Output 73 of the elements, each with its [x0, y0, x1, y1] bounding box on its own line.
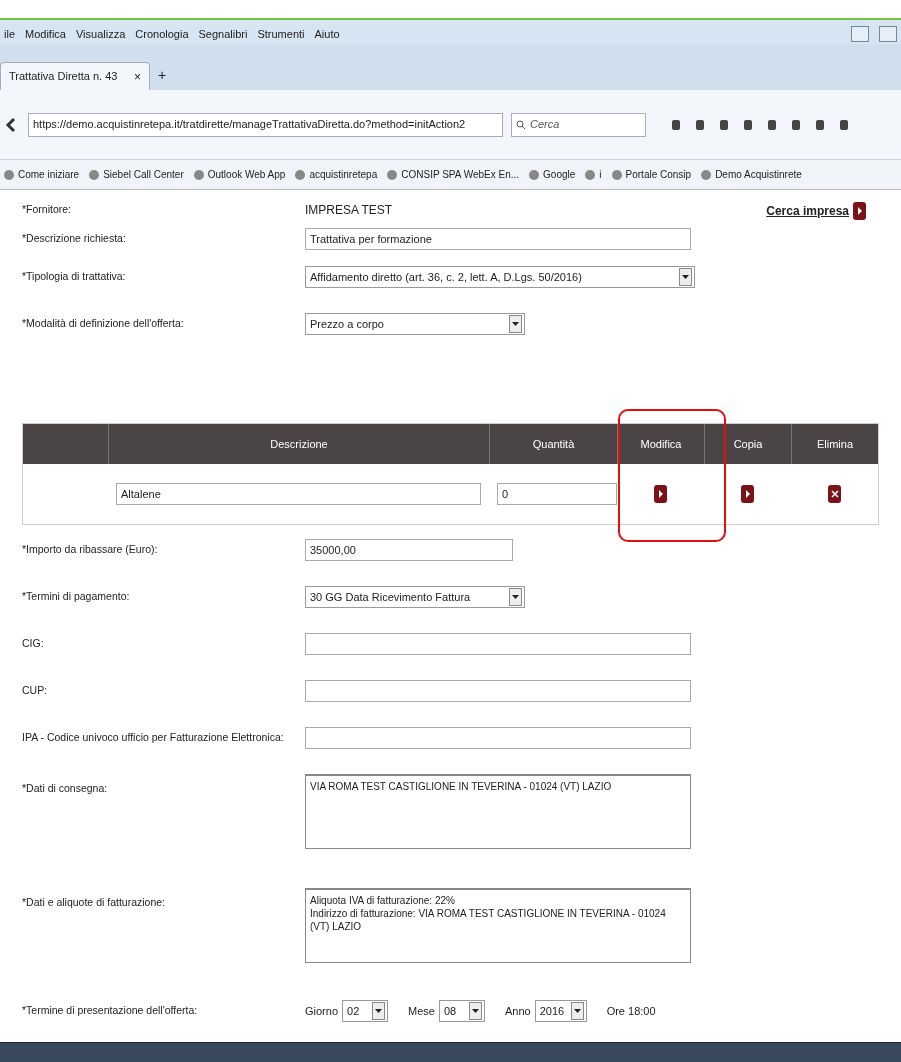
menu-item[interactable]: Cronologia — [135, 26, 189, 43]
menu-item[interactable]: Modifica — [25, 26, 66, 43]
field-label: *Tipologia di trattativa: — [21, 269, 127, 285]
bookmark[interactable]: i — [585, 167, 602, 182]
field-label: CIG: — [21, 636, 45, 652]
bookmark[interactable]: Come iniziare — [4, 167, 80, 182]
field-label: *Termini di pagamento: — [21, 589, 131, 605]
caret-icon — [682, 275, 689, 279]
input-field[interactable] — [305, 680, 691, 702]
menu-item[interactable]: Aiuto — [314, 26, 340, 43]
field-label: Giorno — [305, 1003, 339, 1019]
bookmark[interactable]: Portale Consip — [611, 167, 692, 182]
caret-icon — [512, 595, 519, 599]
field-label: *Importo da ribassare (Euro): — [21, 542, 159, 558]
new-tab-button[interactable]: + — [150, 65, 175, 90]
menu-item[interactable]: Visualizza — [76, 26, 126, 43]
search-company-link[interactable]: Cerca impresa — [766, 202, 866, 220]
caret-icon — [512, 322, 519, 326]
field-label: Anno — [504, 1003, 531, 1019]
bookmark[interactable]: Demo Acquistinrete — [701, 167, 802, 182]
bookmark[interactable]: Google — [529, 167, 576, 182]
input-field[interactable]: 35000,00 — [305, 539, 513, 561]
bookmark[interactable]: Siebel Call Center — [89, 167, 184, 182]
input-field[interactable] — [305, 633, 691, 655]
copy-button[interactable] — [741, 485, 754, 503]
dropdown[interactable]: Prezzo a corpo — [305, 313, 525, 335]
dropdown[interactable]: Affidamento diretto (art. 36, c. 2, lett. A, D.Lgs. 50/2016) — [305, 266, 695, 288]
menu-item[interactable]: ile — [4, 26, 15, 43]
column-header: Elimina — [791, 424, 878, 464]
bookmark[interactable]: acquistinretepa — [295, 167, 378, 182]
bookmark[interactable]: Outlook Web App — [193, 167, 286, 182]
search-icon — [516, 119, 526, 130]
browser-tab[interactable]: Trattativa Diretta n. 43 × — [0, 62, 150, 90]
arrow-icon — [744, 490, 751, 498]
x-icon — [830, 490, 839, 498]
address-bar[interactable]: https://demo.acquistinretepa.it/tratdirette/manageTrattativaDiretta.do?method=initAction2 — [28, 112, 503, 137]
field-label: *Termine di presentazione dell'offerta: — [21, 1003, 199, 1019]
edit-button[interactable] — [654, 485, 667, 503]
field-label: IPA - Codice univoco ufficio per Fatturazione Elettronica: — [21, 730, 285, 746]
field-label: Mese — [408, 1003, 435, 1019]
field-label: *Dati di consegna: — [21, 781, 109, 796]
caret-icon — [375, 1009, 383, 1013]
text-area[interactable]: VIA ROMA TEST CASTIGLIONE IN TEVERINA - 01024 (VT) LAZIO — [305, 774, 691, 849]
column-header: Copia — [704, 424, 791, 464]
field-value: IMPRESA TEST — [305, 202, 393, 219]
column-header: Quantità — [489, 424, 617, 464]
text-area[interactable]: Aliquota IVA di fatturazione: 22% Indirizzo di fatturazione: VIA ROMA TEST CASTIGLIONE IN TEVERINA - 01024 (VT) LAZIO — [305, 888, 691, 963]
minimize-icon[interactable] — [851, 26, 869, 42]
field-label: CUP: — [21, 683, 49, 699]
field-label: *Dati e aliquote di fatturazione: — [21, 895, 166, 910]
menu-item[interactable]: Segnalibri — [198, 26, 248, 43]
dropdown[interactable]: 30 GG Data Ricevimento Fattura — [305, 586, 525, 608]
field-label: *Fornitore: — [21, 202, 73, 218]
input-field[interactable]: Altalene — [116, 483, 481, 505]
caret-icon — [573, 1009, 581, 1013]
menu-item[interactable]: Strumenti — [257, 26, 305, 43]
field-label: *Descrizione richiesta: — [21, 231, 127, 247]
bookmark[interactable]: CONSIP SPA WebEx En... — [387, 167, 520, 182]
search-field[interactable]: Cerca — [511, 112, 646, 137]
column-header: Descrizione — [108, 424, 489, 464]
close-icon[interactable]: × — [134, 67, 141, 86]
dropdown[interactable]: 08 — [438, 1000, 485, 1022]
input-field[interactable] — [305, 727, 691, 749]
caret-icon — [471, 1009, 479, 1013]
input-field[interactable]: 0 — [497, 483, 617, 505]
time-label: Ore 18:00 — [606, 1003, 656, 1019]
restore-icon[interactable] — [879, 26, 897, 42]
arrow-icon — [657, 490, 664, 498]
dropdown[interactable]: 02 — [342, 1000, 389, 1022]
field-label: *Modalità di definizione dell'offerta: — [21, 316, 185, 332]
dropdown[interactable]: 2016 — [534, 1000, 587, 1022]
input-field[interactable]: Trattativa per formazione — [305, 228, 691, 250]
delete-button[interactable] — [828, 485, 841, 503]
